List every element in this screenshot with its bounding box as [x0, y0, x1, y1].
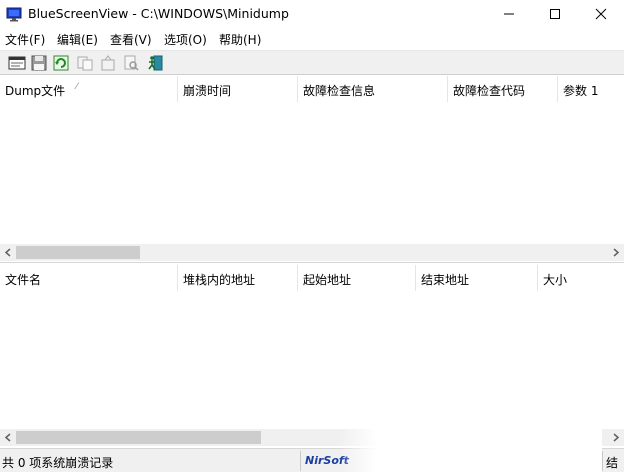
- column-header-parameter-1[interactable]: 参数 1: [558, 76, 624, 102]
- top-horizontal-scrollbar[interactable]: [0, 244, 624, 261]
- window-title: BlueScreenView - C:\WINDOWS\Minidump: [28, 6, 289, 21]
- exit-icon[interactable]: [146, 54, 164, 72]
- sort-indicator-icon: ⁄: [76, 82, 78, 92]
- bottom-scroll-thumb[interactable]: [16, 431, 261, 444]
- scroll-left-icon[interactable]: [0, 429, 16, 446]
- menu-bar: 文件(F) 编辑(E) 查看(V) 选项(O) 帮助(H): [0, 28, 624, 49]
- minimize-button[interactable]: [486, 0, 532, 28]
- column-header-crash-time[interactable]: 崩溃时间: [178, 76, 298, 102]
- menu-view[interactable]: 查看(V): [110, 31, 152, 48]
- toolbar: [0, 50, 624, 75]
- column-header-to-address[interactable]: 结束地址: [416, 265, 538, 291]
- column-header-address-in-stack[interactable]: 堆栈内的地址: [178, 265, 298, 291]
- menu-file[interactable]: 文件(F): [5, 31, 45, 48]
- column-header-bug-check-code[interactable]: 故障检查代码: [448, 76, 558, 102]
- minimize-icon: [504, 13, 514, 15]
- top-scroll-thumb[interactable]: [16, 246, 140, 259]
- save-icon[interactable]: [30, 54, 48, 72]
- column-header-from-address[interactable]: 起始地址: [298, 265, 416, 291]
- title-bar[interactable]: BlueScreenView - C:\WINDOWS\Minidump: [0, 0, 624, 28]
- scroll-right-icon[interactable]: [608, 429, 624, 446]
- maximize-button[interactable]: [532, 0, 578, 28]
- menu-edit[interactable]: 编辑(E): [57, 31, 98, 48]
- status-tail-text: 结: [606, 456, 619, 470]
- menu-options[interactable]: 选项(O): [164, 31, 207, 48]
- html-report-icon[interactable]: [8, 54, 26, 72]
- obscured-region: [340, 426, 602, 472]
- scroll-left-icon[interactable]: [0, 244, 16, 261]
- menu-help[interactable]: 帮助(H): [219, 31, 261, 48]
- crash-list[interactable]: Dump文件 ⁄ 崩溃时间 故障检查信息 故障检查代码 参数 1: [0, 76, 624, 263]
- close-icon: [595, 8, 607, 20]
- scroll-right-icon[interactable]: [608, 244, 624, 261]
- close-button[interactable]: [578, 0, 624, 28]
- refresh-icon[interactable]: [52, 54, 70, 72]
- copy-icon[interactable]: [76, 54, 94, 72]
- column-header-size[interactable]: 大小: [538, 265, 624, 291]
- column-header-bug-check-string[interactable]: 故障检查信息: [298, 76, 448, 102]
- column-header-filename[interactable]: 文件名: [0, 265, 178, 291]
- maximize-icon: [550, 9, 560, 19]
- properties-icon[interactable]: [99, 54, 117, 72]
- driver-list[interactable]: 文件名 堆栈内的地址 起始地址 结束地址 大小: [0, 265, 624, 448]
- find-icon[interactable]: [122, 54, 140, 72]
- column-header-dump-file[interactable]: Dump文件 ⁄: [0, 76, 178, 102]
- crash-count-status: 共 0 项系统崩溃记录: [2, 456, 114, 470]
- bluescreen-app-icon: [6, 7, 22, 22]
